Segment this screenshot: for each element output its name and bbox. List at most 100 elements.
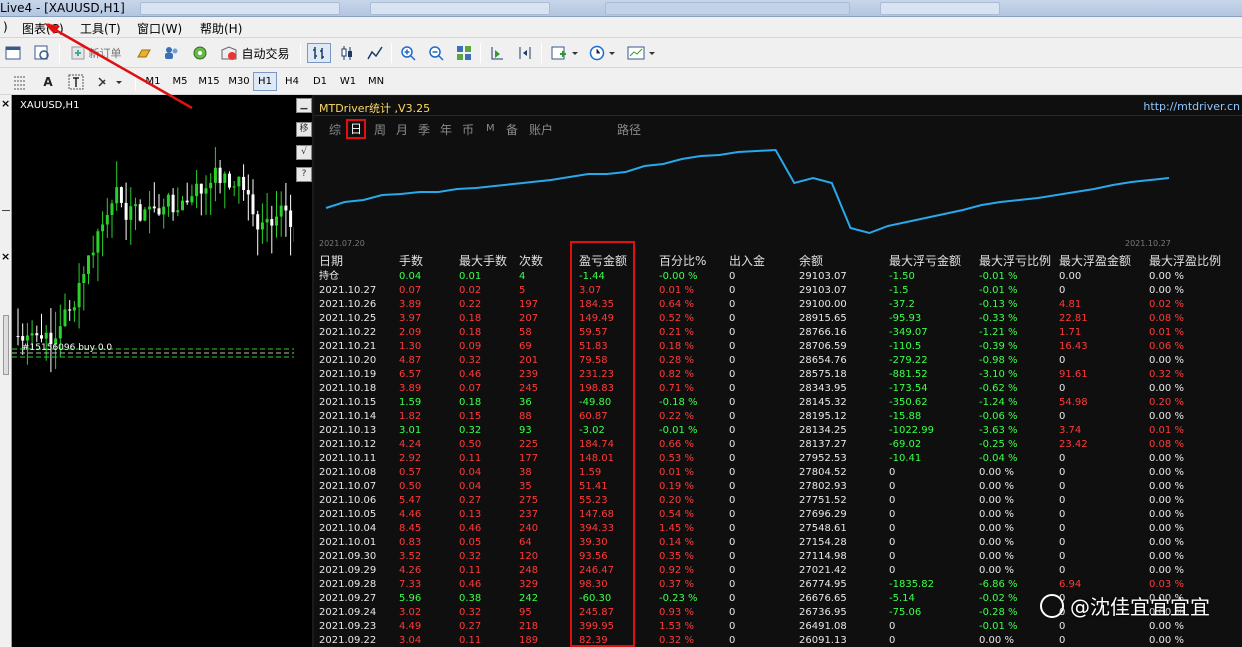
minimize-icon[interactable]: ▁ (296, 98, 312, 113)
text-label-icon[interactable] (66, 73, 86, 91)
table-cell: 0.18 (459, 327, 482, 338)
table-cell: 51.41 (579, 481, 608, 492)
table-row[interactable]: 2021.10.25 3.97 0.18 207 149.49 0.52 % 0 28915.… (314, 312, 1242, 326)
auto-trading-button[interactable]: 自动交易 (218, 44, 292, 62)
table-cell: 0 (729, 299, 736, 310)
table-row[interactable]: 2021.10.14 1.82 0.15 88 60.87 0.22 % 0 28195.12… (314, 410, 1242, 424)
zoom-in-icon[interactable] (397, 44, 419, 62)
table-cell: 4.26 (399, 565, 422, 576)
timeframe-m30[interactable]: M30 (225, 72, 253, 91)
move-icon[interactable]: 移 (296, 122, 312, 137)
column-header[interactable]: 最大手数 (459, 254, 507, 269)
price-chart-window[interactable] (0, 95, 312, 647)
candle-body (25, 335, 29, 341)
table-row[interactable]: 2021.10.18 3.89 0.07 245 198.83 0.71 % 0 28343.… (314, 382, 1242, 396)
timeframe-h1[interactable]: H1 (253, 72, 277, 91)
gold-bar-icon[interactable] (134, 44, 154, 62)
check-icon[interactable]: √ (296, 145, 312, 160)
column-header[interactable]: 最大浮盈金额 (1059, 254, 1131, 269)
table-cell: 0 (1059, 467, 1066, 478)
table-row[interactable]: 2021.10.06 5.47 0.27 275 55.23 0.20 % 0 27751.5… (314, 494, 1242, 508)
menu-item-tools[interactable]: 工具(T) (80, 20, 121, 37)
fibonacci-icon[interactable] (10, 73, 30, 91)
menu-item-charts[interactable]: 图表(C) (22, 20, 64, 37)
table-row[interactable]: 2021.10.11 2.92 0.11 177 148.01 0.53 % 0 27952.… (314, 452, 1242, 466)
table-cell: 0 (1059, 285, 1066, 296)
table-row[interactable]: 2021.10.05 4.46 0.13 237 147.68 0.54 % 0 27696.… (314, 508, 1242, 522)
column-header[interactable]: 日期 (319, 254, 343, 269)
column-header[interactable]: 最大浮亏金额 (889, 254, 961, 269)
tile-windows-icon[interactable] (453, 44, 475, 62)
scrollbar-thumb[interactable] (3, 315, 9, 375)
table-cell: 0.06 % (1149, 341, 1184, 352)
table-cell: 0.35 % (659, 551, 694, 562)
column-header[interactable]: 百分比% (659, 254, 706, 269)
people-icon[interactable] (160, 44, 182, 62)
column-header[interactable]: 出入金 (729, 254, 765, 269)
table-row[interactable]: 2021.10.15 1.59 0.18 36 -49.80 -0.18 % 0 28145.… (314, 396, 1242, 410)
close-icon[interactable]: × (1, 250, 10, 263)
table-cell: 0 (1059, 509, 1066, 520)
line-chart-icon[interactable] (364, 44, 386, 62)
arrows-icon[interactable] (94, 73, 126, 91)
table-cell: 2.09 (399, 327, 422, 338)
table-row[interactable]: 2021.09.22 3.04 0.11 189 82.39 0.32 % 0 26091.1… (314, 634, 1242, 647)
close-icon[interactable]: × (1, 97, 10, 110)
table-row[interactable]: 持仓 0.04 0.01 4 -1.44 -0.00 % 0 29103.07 -1.50 -0.… (314, 270, 1242, 284)
table-row[interactable]: 2021.10.19 6.57 0.46 239 231.23 0.82 % 0 28575.… (314, 368, 1242, 382)
column-header[interactable]: 最大浮亏比例 (979, 254, 1051, 269)
profiles-icon[interactable] (3, 44, 23, 62)
column-header[interactable]: 最大浮盈比例 (1149, 254, 1221, 269)
candlestick-chart (12, 147, 312, 373)
column-header[interactable]: 余额 (799, 254, 823, 269)
chart-shift-icon[interactable] (514, 44, 536, 62)
signal-icon[interactable] (189, 44, 211, 62)
table-row[interactable]: 2021.10.26 3.89 0.22 197 184.35 0.64 % 0 29100.… (314, 298, 1242, 312)
table-row[interactable]: 2021.09.28 7.33 0.46 329 98.30 0.37 % 0 26774.9… (314, 578, 1242, 592)
text-tool-icon[interactable]: A (38, 73, 58, 91)
timeframe-h4[interactable]: H4 (280, 72, 304, 91)
tab-m[interactable]: M (486, 123, 495, 134)
menu-item-help[interactable]: 帮助(H) (200, 20, 242, 37)
column-header[interactable]: 次数 (519, 254, 543, 269)
indicators-icon[interactable] (548, 44, 582, 62)
table-row[interactable]: 2021.09.30 3.52 0.32 120 93.56 0.35 % 0 27114.9… (314, 550, 1242, 564)
menu-item-partial[interactable]: ) (3, 20, 9, 34)
table-row[interactable]: 2021.10.13 3.01 0.32 93 -3.02 -0.01 % 0 28134.2… (314, 424, 1242, 438)
navigator-icon[interactable] (31, 44, 53, 62)
table-row[interactable]: 2021.09.29 4.26 0.11 248 246.47 0.92 % 0 27021.… (314, 564, 1242, 578)
column-header[interactable]: 手数 (399, 254, 423, 269)
table-cell: 0.13 (459, 509, 482, 520)
candlestick-icon[interactable] (336, 44, 358, 62)
table-row[interactable]: 2021.10.07 0.50 0.04 35 51.41 0.19 % 0 27802.93… (314, 480, 1242, 494)
table-cell: 0.00 % (1149, 453, 1184, 464)
table-row[interactable]: 2021.10.27 0.07 0.02 5 3.07 0.01 % 0 29103.07 -1… (314, 284, 1242, 298)
table-row[interactable]: 2021.10.22 2.09 0.18 58 59.57 0.21 % 0 28766.16… (314, 326, 1242, 340)
new-order-button[interactable]: 新订单 (66, 44, 126, 62)
table-row[interactable]: 2021.10.08 0.57 0.04 38 1.59 0.01 % 0 27804.52 0… (314, 466, 1242, 480)
templates-icon[interactable] (624, 44, 660, 62)
menu-item-window[interactable]: 窗口(W) (137, 20, 182, 37)
auto-scroll-icon[interactable] (486, 44, 508, 62)
panel-url-link[interactable]: http://mtdriver.cn (1143, 100, 1240, 113)
periods-clock-icon[interactable] (586, 44, 620, 62)
window-title: Live4 - [XAUUSD,H1] (0, 1, 125, 15)
table-cell: 148.01 (579, 453, 614, 464)
column-header[interactable]: 盈亏金额 (579, 254, 627, 269)
timeframe-mn[interactable]: MN (364, 72, 388, 91)
timeframe-m1[interactable]: M1 (141, 72, 165, 91)
table-row[interactable]: 2021.10.01 0.83 0.05 64 39.30 0.14 % 0 27154.28… (314, 536, 1242, 550)
timeframe-w1[interactable]: W1 (336, 72, 360, 91)
table-cell: 0.93 % (659, 607, 694, 618)
table-row[interactable]: 2021.10.20 4.87 0.32 201 79.58 0.28 % 0 28654.7… (314, 354, 1242, 368)
timeframe-m15[interactable]: M15 (195, 72, 223, 91)
zoom-out-icon[interactable] (425, 44, 447, 62)
table-row[interactable]: 2021.10.21 1.30 0.09 69 51.83 0.18 % 0 28706.59… (314, 340, 1242, 354)
table-row[interactable]: 2021.10.12 4.24 0.50 225 184.74 0.66 % 0 28137.… (314, 438, 1242, 452)
timeframe-m5[interactable]: M5 (168, 72, 192, 91)
help-icon[interactable]: ? (296, 167, 312, 182)
bar-chart-icon[interactable] (307, 43, 331, 63)
table-row[interactable]: 2021.10.04 8.45 0.46 240 394.33 1.45 % 0 27548.… (314, 522, 1242, 536)
timeframe-d1[interactable]: D1 (308, 72, 332, 91)
table-row[interactable]: 2021.09.23 4.49 0.27 218 399.95 1.53 % 0 26491.… (314, 620, 1242, 634)
